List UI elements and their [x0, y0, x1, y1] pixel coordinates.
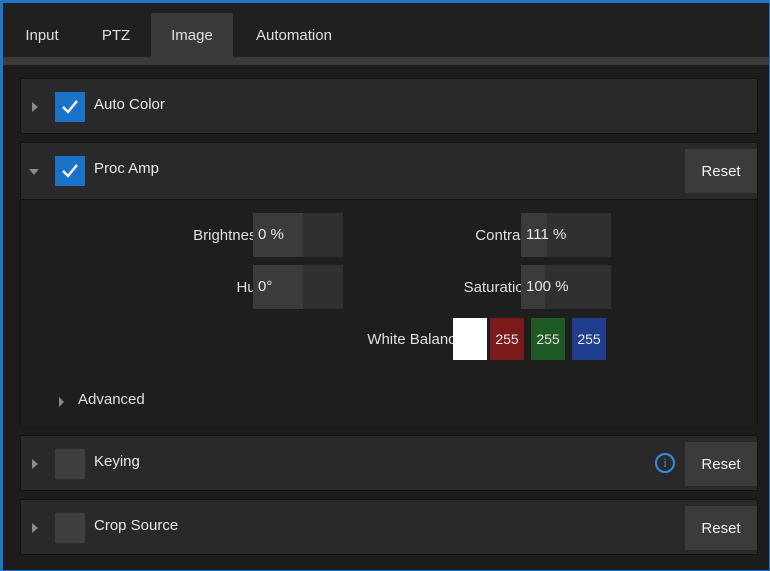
brightness-value: 0 %: [258, 226, 284, 243]
auto-color-title: Auto Color: [94, 96, 165, 113]
crop-source-checkbox[interactable]: [55, 513, 85, 543]
tab-image[interactable]: Image: [151, 13, 233, 58]
checkmark-icon: [62, 164, 78, 178]
panel-crop-source: Crop Source Reset: [20, 499, 758, 555]
crop-source-header[interactable]: Crop Source Reset: [21, 500, 757, 555]
contrast-value: 111 %: [526, 226, 567, 243]
white-balance-label: White Balance: [367, 331, 464, 348]
proc-amp-header[interactable]: Proc Amp Reset: [21, 143, 757, 198]
collapse-arrow-icon[interactable]: [29, 169, 39, 175]
white-balance-green[interactable]: 255: [531, 318, 565, 360]
tab-underline: [3, 57, 769, 65]
auto-color-header[interactable]: Auto Color: [21, 79, 757, 134]
panel-proc-amp: Proc Amp Reset Brightness 0 % Contrast 1…: [20, 142, 758, 426]
brightness-field[interactable]: 0 %: [253, 213, 343, 257]
white-balance-swatch[interactable]: [453, 318, 487, 360]
saturation-value: 100 %: [526, 278, 569, 295]
contrast-field[interactable]: 111 %: [521, 213, 611, 257]
panel-auto-color: Auto Color: [20, 78, 758, 134]
tab-automation[interactable]: Automation: [233, 13, 355, 58]
white-balance-red[interactable]: 255: [490, 318, 524, 360]
crop-source-reset-button[interactable]: Reset: [685, 506, 757, 550]
advanced-toggle[interactable]: Advanced: [78, 391, 145, 408]
tab-input[interactable]: Input: [3, 13, 81, 58]
info-icon[interactable]: i: [655, 453, 675, 473]
saturation-field[interactable]: 100 %: [521, 265, 611, 309]
keying-title: Keying: [94, 453, 140, 470]
expand-arrow-icon[interactable]: [32, 459, 38, 469]
expand-arrow-icon[interactable]: [32, 102, 38, 112]
auto-color-checkbox[interactable]: [55, 92, 85, 122]
tab-ptz[interactable]: PTZ: [81, 13, 151, 58]
proc-amp-reset-button[interactable]: Reset: [685, 149, 757, 193]
white-balance-blue[interactable]: 255: [572, 318, 606, 360]
keying-reset-button[interactable]: Reset: [685, 442, 757, 486]
keying-header[interactable]: Keying i Reset: [21, 436, 757, 491]
crop-source-title: Crop Source: [94, 517, 179, 534]
hue-field[interactable]: 0°: [253, 265, 343, 309]
proc-amp-checkbox[interactable]: [55, 156, 85, 186]
panel-keying: Keying i Reset: [20, 435, 758, 491]
advanced-expand-icon[interactable]: [59, 397, 64, 407]
expand-arrow-icon[interactable]: [32, 523, 38, 533]
tab-bar: Input PTZ Image Automation: [3, 3, 769, 58]
keying-checkbox[interactable]: [55, 449, 85, 479]
hue-value: 0°: [258, 278, 273, 295]
proc-amp-title: Proc Amp: [94, 160, 160, 177]
checkmark-icon: [62, 100, 78, 114]
proc-amp-body: Brightness 0 % Contrast 111 % Hue 0° Sat…: [21, 199, 757, 426]
